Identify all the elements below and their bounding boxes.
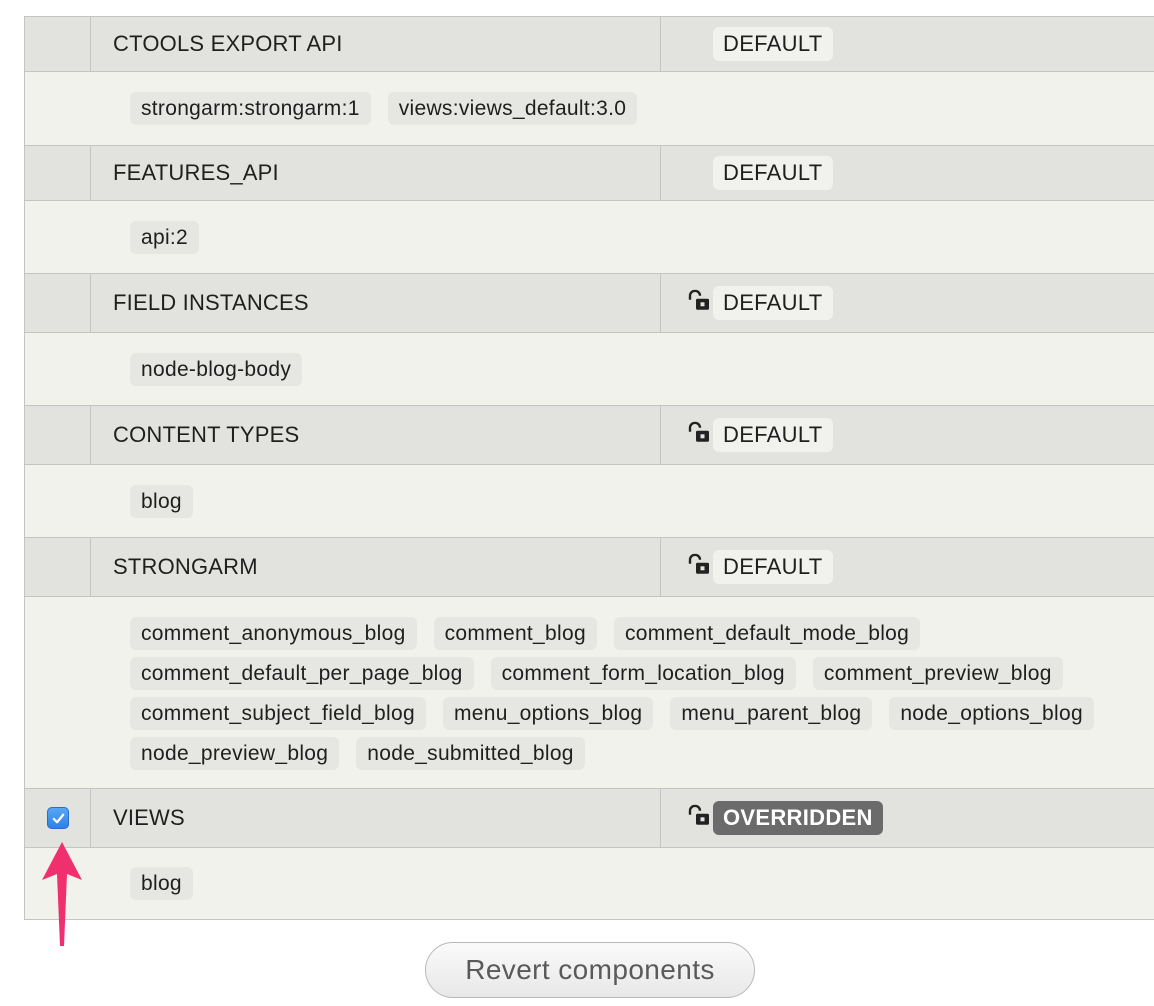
component-name: VIEWS [91,789,661,847]
component-item-tag: comment_blog [433,617,597,650]
component-state-cell: DEFAULT [661,274,1154,332]
component-item-tag: strongarm:strongarm:1 [130,92,371,125]
component-item-tag: node_options_blog [889,697,1094,730]
component-item-tag: api:2 [130,220,200,254]
component-item-tag: menu_parent_blog [670,697,873,730]
status-badge: OVERRIDDEN [713,801,883,835]
component-item-tag: blog [130,867,193,900]
component-header-row: FEATURES_API DEFAULT [25,146,1154,201]
component-items-row: blog [25,848,1154,920]
component-item-tag: menu_options_blog [442,697,654,730]
component-state-cell: DEFAULT [661,17,1154,71]
component-name: FEATURES_API [91,146,661,200]
component-header-row: VIEWS OVERRIDDEN [25,789,1154,848]
component-item-tag: comment_preview_blog [812,657,1063,690]
component-select-cell [25,406,91,464]
component-name: STRONGARM [91,538,661,596]
component-header-row: CONTENT TYPES DEFAULT [25,406,1154,465]
unlocked-padlock-icon[interactable] [687,421,711,444]
component-items-row: node-blog-body [25,333,1154,406]
component-item-tag: node_submitted_blog [356,737,585,770]
component-item-tag: comment_anonymous_blog [130,617,417,650]
component-header-row: FIELD INSTANCES DEFAULT [25,274,1154,333]
component-name: CONTENT TYPES [91,406,661,464]
status-badge: DEFAULT [713,156,833,190]
component-name: CTOOLS EXPORT API [91,17,661,71]
status-badge: DEFAULT [713,27,833,61]
component-item-tag: node_preview_blog [130,737,340,770]
component-checkbox[interactable] [47,807,69,829]
component-item-tag: comment_default_per_page_blog [130,657,474,690]
component-item-tag: views:views_default:3.0 [387,92,638,125]
component-items-row: strongarm:strongarm:1 views:views_default… [25,72,1154,146]
unlocked-padlock-icon[interactable] [687,289,711,312]
component-name: FIELD INSTANCES [91,274,661,332]
component-select-cell [25,538,91,596]
component-select-cell [25,146,91,200]
status-badge: DEFAULT [713,418,833,452]
component-select-cell [25,789,91,847]
component-item-tag: blog [130,484,193,518]
unlocked-padlock-icon[interactable] [687,553,711,576]
pink-arrow-icon [42,842,82,946]
component-state-cell: DEFAULT [661,406,1154,464]
component-items-row: api:2 [25,201,1154,274]
component-select-cell [25,17,91,71]
component-header-row: STRONGARM DEFAULT [25,538,1154,597]
component-items-row: blog [25,465,1154,538]
component-state-cell: OVERRIDDEN [661,789,1154,847]
checkmark-icon [52,813,64,823]
component-item-tag: node-blog-body [130,352,303,386]
features-components-page: CTOOLS EXPORT API DEFAULT strongarm:strong… [0,0,1154,1006]
status-badge: DEFAULT [713,550,833,584]
component-state-cell: DEFAULT [661,538,1154,596]
component-items-row: comment_anonymous_blog comment_blog commen… [25,597,1154,789]
component-item-tag: comment_subject_field_blog [130,697,426,730]
status-badge: DEFAULT [713,286,833,320]
components-table: CTOOLS EXPORT API DEFAULT strongarm:strong… [24,16,1154,920]
revert-components-button[interactable]: Revert components [425,942,755,998]
unlocked-padlock-icon[interactable] [687,804,711,827]
component-item-tag: comment_default_mode_blog [613,617,921,650]
component-state-cell: DEFAULT [661,146,1154,200]
component-item-tag: comment_form_location_blog [490,657,796,690]
component-select-cell [25,274,91,332]
component-header-row: CTOOLS EXPORT API DEFAULT [25,17,1154,72]
